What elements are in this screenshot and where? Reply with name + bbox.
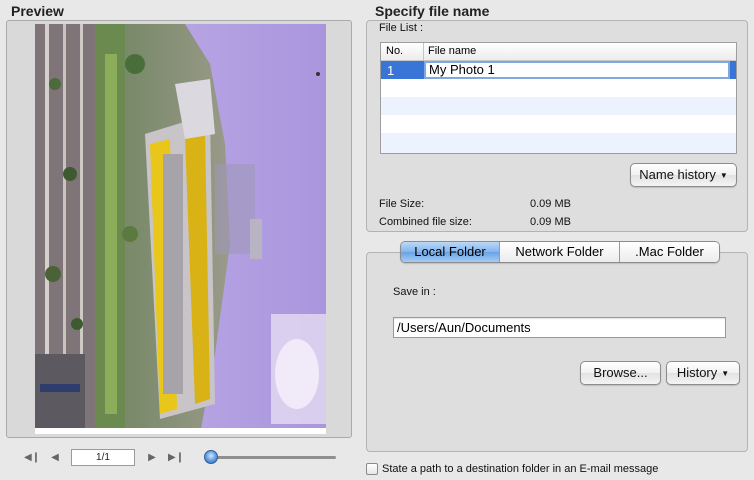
file-size-label: File Size: [379,198,425,210]
save-in-label: Save in : [393,286,436,298]
combined-size-label: Combined file size: [379,216,472,228]
name-history-label: Name history [639,167,716,182]
dropdown-arrow-icon: ▼ [721,368,730,378]
row-number: 1 [387,63,395,78]
first-page-button[interactable]: ◀❙ [24,451,40,465]
next-page-button[interactable]: ▶ [145,451,159,465]
zoom-slider-knob[interactable] [204,450,218,464]
table-row [381,97,736,115]
folder-tabs: Local Folder Network Folder .Mac Folder [400,241,720,263]
previous-page-button[interactable]: ◀ [48,451,62,465]
file-size-value: 0.09 MB [530,198,571,210]
browse-button[interactable]: Browse... [580,361,661,385]
aerial-photo-illustration [35,24,326,428]
file-name-edit-field[interactable]: My Photo 1 [424,61,730,79]
last-page-button[interactable]: ▶❙ [168,451,184,465]
tab-mac-folder[interactable]: .Mac Folder [619,242,719,262]
table-row [381,133,736,153]
zoom-slider-track[interactable] [205,456,336,459]
name-history-button[interactable]: Name history ▼ [630,163,737,187]
email-path-checkbox[interactable] [366,463,378,475]
table-row[interactable]: 1 My Photo 1 [381,61,736,79]
page-indicator[interactable]: 1/1 [71,449,135,466]
email-path-label[interactable]: State a path to a destination folder in … [382,463,658,475]
preview-title: Preview [11,3,64,19]
column-divider [423,43,424,61]
dropdown-arrow-icon: ▼ [719,170,728,180]
save-location-panel [366,252,748,452]
column-header-no[interactable]: No. [386,45,403,57]
tab-network-folder[interactable]: Network Folder [499,242,619,262]
table-header: No. File name [381,43,736,61]
preview-panel [6,20,352,438]
file-list-label: File List : [379,22,424,34]
save-path-field[interactable]: /Users/Aun/Documents [393,317,726,338]
column-header-file-name[interactable]: File name [428,45,476,57]
file-list-table[interactable]: No. File name 1 My Photo 1 [380,42,737,154]
tab-local-folder[interactable]: Local Folder [401,242,499,262]
file-name-title: Specify file name [375,3,490,19]
table-row [381,79,736,97]
history-label: History [676,365,718,380]
preview-image [35,24,326,434]
history-button[interactable]: History ▼ [666,361,740,385]
combined-size-value: 0.09 MB [530,216,571,228]
table-row [381,115,736,133]
